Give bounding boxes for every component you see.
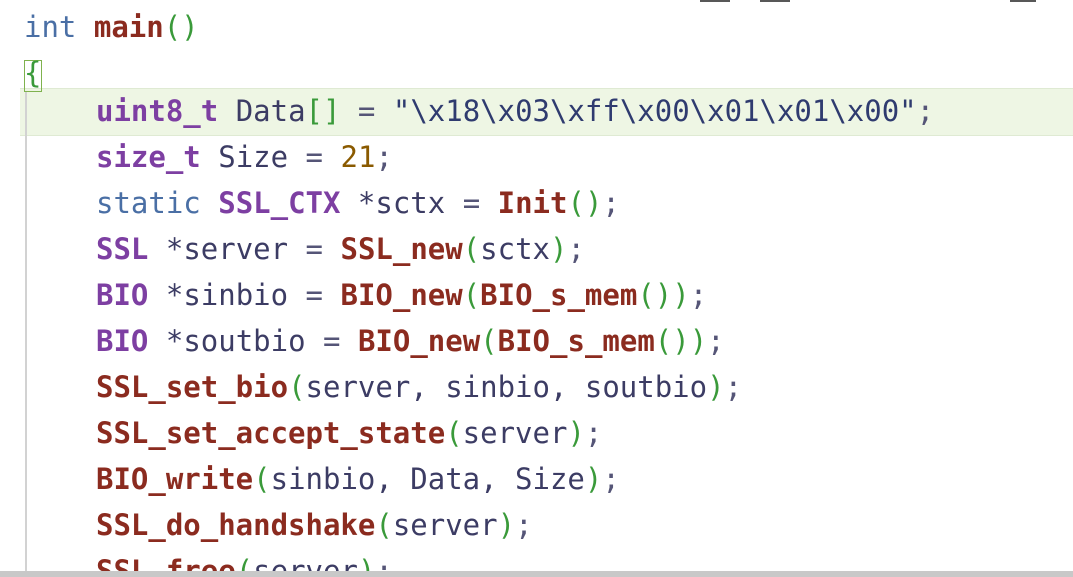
code-line[interactable]: BIO *soutbio = BIO_new(BIO_s_mem()); [0,318,1073,364]
horizontal-scrollbar[interactable] [0,571,1073,577]
punct-token: ( [462,278,481,312]
punct-token: ) [689,324,708,358]
operator-token: = [323,324,341,358]
keyword-token: int [24,10,77,44]
string-token: "\x18\x03\xff\x00\x01\x01\x00" [392,94,917,128]
function-token: BIO_s_mem [497,324,655,358]
punct-token: ( [480,324,498,358]
punct-token: ( [445,416,463,450]
code-line-current[interactable]: uint8_t Data[] = "\x18\x03\xff\x00\x01\x… [0,88,1073,134]
punct-token: () [654,324,690,358]
code-line[interactable]: static SSL_CTX *sctx = Init(); [0,180,1073,226]
punct-token: ) [584,462,603,496]
function-token: BIO_new [357,324,481,358]
type-token: BIO [96,278,149,312]
operator-token: = [305,140,324,174]
semicolon-token: ; [515,508,533,542]
code-line[interactable]: SSL_set_accept_state(server); [0,410,1073,456]
type-token: SSL_CTX [218,186,341,220]
operator-token: = [357,94,376,128]
code-line[interactable]: BIO_write(sinbio, Data, Size); [0,456,1073,502]
semicolon-token: ; [584,416,603,450]
function-token: BIO_new [340,278,463,312]
semicolon-token: ; [689,278,708,312]
number-token: 21 [340,140,376,174]
type-token: BIO [96,324,149,358]
function-token: SSL_set_accept_state [96,416,446,450]
function-token: BIO_write [96,462,254,496]
punct-token: ) [550,232,568,266]
brace-token: { [24,56,42,90]
punct-token: [] [305,94,341,128]
function-token: SSL_do_handshake [96,508,376,542]
code-editor[interactable]: int main() { uint8_t Data[] = "\x18\x03\… [0,0,1073,577]
arguments-token: server [392,508,498,542]
operator-token: = [305,278,324,312]
punct-token: ( [253,462,271,496]
punct-token: ( [462,232,481,266]
type-token: size_t [96,140,201,174]
identifier-token: *sctx [357,186,446,220]
semicolon-token: ; [916,94,935,128]
code-line[interactable]: SSL_set_bio(server, sinbio, soutbio); [0,364,1073,410]
function-token: Init [497,186,568,220]
punct-token: ( [375,508,393,542]
semicolon-token: ; [602,186,620,220]
function-token: BIO_s_mem [480,278,638,312]
identifier-token: Data [235,94,306,128]
semicolon-token: ; [707,324,725,358]
punct-token: ) [567,416,585,450]
code-line[interactable]: int main() [0,4,1073,50]
punct-token: ) [707,370,725,404]
operator-token: = [305,232,324,266]
type-token: uint8_t [96,94,219,128]
punct-token: () [163,10,199,44]
clipped-glyph [760,0,790,2]
code-line[interactable]: size_t Size = 21; [0,134,1073,180]
clipped-glyph [1010,0,1036,2]
identifier-token: *server [165,232,289,266]
semicolon-token: ; [724,370,743,404]
code-line[interactable]: BIO *sinbio = BIO_new(BIO_s_mem()); [0,272,1073,318]
punct-token: ) [672,278,690,312]
semicolon-token: ; [375,140,393,174]
arguments-token: server [462,416,568,450]
function-token: SSL_set_bio [96,370,289,404]
semicolon-token: ; [602,462,620,496]
identifier-token: Size [218,140,289,174]
function-token: SSL_new [340,232,463,266]
operator-token: = [462,186,481,220]
punct-token: ) [497,508,516,542]
arguments-token: server, sinbio, soutbio [305,370,708,404]
punct-token: () [567,186,603,220]
keyword-token: static [96,186,201,220]
type-token: SSL [96,232,149,266]
function-token: main [93,10,164,44]
code-line[interactable]: SSL *server = SSL_new(sctx); [0,226,1073,272]
clipped-glyph [700,0,730,2]
identifier-token: sctx [480,232,551,266]
identifier-token: *soutbio [165,324,306,358]
semicolon-token: ; [567,232,585,266]
arguments-token: sinbio, Data, Size [270,462,585,496]
code-line[interactable]: SSL_do_handshake(server); [0,502,1073,548]
punct-token: () [637,278,673,312]
punct-token: ( [288,370,306,404]
identifier-token: *sinbio [165,278,289,312]
